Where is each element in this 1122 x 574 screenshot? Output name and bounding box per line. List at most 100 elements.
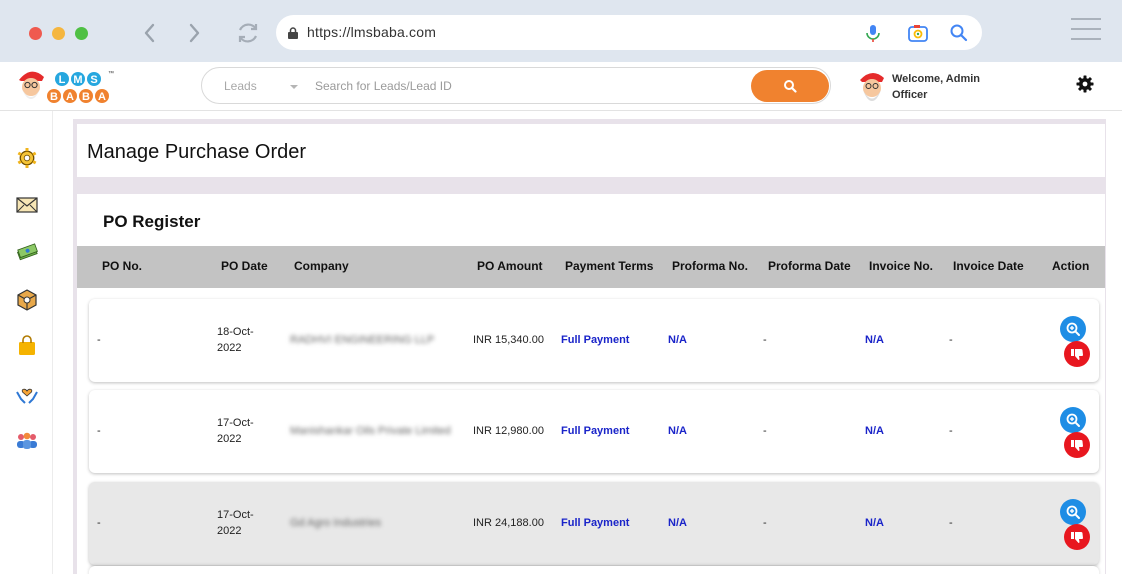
- svg-text:A: A: [98, 91, 106, 103]
- search-button[interactable]: [751, 70, 829, 102]
- reject-po-button[interactable]: [1064, 524, 1090, 550]
- po-date: 17-Oct- 2022: [217, 415, 254, 447]
- column-header-po-no[interactable]: PO No.: [102, 259, 142, 273]
- po-date-part: 17-Oct-: [217, 509, 254, 521]
- forward-arrow-icon[interactable]: [182, 20, 206, 46]
- camera-lens-icon[interactable]: [908, 23, 928, 43]
- column-header-po-date[interactable]: PO Date: [221, 259, 268, 273]
- welcome-text: Welcome, Admin Officer: [892, 71, 980, 103]
- invoice-date: -: [949, 334, 953, 346]
- lock-icon: [288, 26, 298, 39]
- sidebar-team-icon[interactable]: [14, 427, 40, 453]
- svg-text:B: B: [50, 91, 58, 103]
- sidebar-mail-icon[interactable]: [14, 192, 40, 218]
- svg-text:A: A: [66, 91, 74, 103]
- po-amount: INR 24,188.00: [473, 517, 544, 529]
- invoice-date: -: [949, 517, 953, 529]
- table-row[interactable]: [89, 566, 1099, 574]
- po-register-card: PO Register PO No. PO Date Company PO Am…: [77, 194, 1105, 574]
- po-date-part: 17-Oct-: [217, 417, 254, 429]
- column-header-action: Action: [1052, 259, 1090, 273]
- zoom-in-icon: [1066, 413, 1080, 427]
- po-date-year: 2022: [217, 525, 242, 537]
- zoom-in-icon: [1066, 505, 1080, 519]
- invoice-date: -: [949, 425, 953, 437]
- po-date: 18-Oct- 2022: [217, 324, 254, 356]
- svg-text:S: S: [90, 74, 97, 86]
- zoom-in-icon: [1066, 322, 1080, 336]
- po-date-year: 2022: [217, 433, 242, 445]
- po-amount: INR 12,980.00: [473, 425, 544, 437]
- proforma-date: -: [763, 425, 767, 437]
- search-icon[interactable]: [949, 23, 969, 43]
- column-header-payment-terms[interactable]: Payment Terms: [565, 259, 653, 273]
- column-header-proforma-no[interactable]: Proforma No.: [672, 259, 748, 273]
- view-po-button[interactable]: [1060, 316, 1086, 342]
- lmsbaba-logo[interactable]: L M S B A B A ™: [16, 65, 126, 109]
- search-icon: [784, 80, 797, 93]
- company-name: RADHVI ENGINEERING LLP: [290, 334, 435, 346]
- browser-menu-icon[interactable]: [1071, 18, 1101, 42]
- svg-text:™: ™: [108, 70, 114, 77]
- sidebar: [0, 111, 53, 574]
- window-close-dot[interactable]: [29, 27, 42, 40]
- column-header-po-amount[interactable]: PO Amount: [477, 259, 543, 273]
- lead-search-bar: Leads: [201, 67, 831, 104]
- reject-po-button[interactable]: [1064, 432, 1090, 458]
- lead-search-input[interactable]: [315, 77, 735, 95]
- thumbs-down-icon: [1071, 349, 1083, 360]
- caret-down-icon[interactable]: [290, 85, 298, 89]
- invoice-no-link[interactable]: N/A: [865, 517, 884, 529]
- reload-icon[interactable]: [235, 20, 261, 46]
- view-po-button[interactable]: [1060, 499, 1086, 525]
- po-date-year: 2022: [217, 342, 242, 354]
- page-title: Manage Purchase Order: [87, 141, 307, 163]
- thumbs-down-icon: [1071, 440, 1083, 451]
- proforma-no-link[interactable]: N/A: [668, 517, 687, 529]
- payment-terms-link[interactable]: Full Payment: [561, 425, 629, 437]
- browser-chrome: https://lmsbaba.com: [0, 0, 1122, 62]
- sidebar-shopping-bag-icon[interactable]: [14, 333, 40, 359]
- window-maximize-dot[interactable]: [75, 27, 88, 40]
- proforma-no-link[interactable]: N/A: [668, 334, 687, 346]
- column-header-invoice-date[interactable]: Invoice Date: [953, 259, 1024, 273]
- column-header-company[interactable]: Company: [294, 259, 349, 273]
- column-header-proforma-date[interactable]: Proforma Date: [768, 259, 851, 273]
- sidebar-money-icon[interactable]: [14, 239, 40, 265]
- sidebar-care-hands-icon[interactable]: [14, 381, 40, 407]
- po-amount: INR 15,340.00: [473, 334, 544, 346]
- welcome-line-1: Welcome, Admin: [892, 73, 981, 85]
- po-number: -: [97, 334, 101, 346]
- sidebar-box-icon[interactable]: [14, 287, 40, 313]
- window-minimize-dot[interactable]: [52, 27, 65, 40]
- address-bar[interactable]: https://lmsbaba.com: [276, 15, 982, 50]
- svg-text:M: M: [73, 74, 82, 86]
- svg-text:L: L: [59, 74, 66, 86]
- sidebar-settings-icon[interactable]: [14, 145, 40, 171]
- invoice-no-link[interactable]: N/A: [865, 425, 884, 437]
- proforma-no-link[interactable]: N/A: [668, 425, 687, 437]
- table-row[interactable]: - 18-Oct- 2022 RADHVI ENGINEERING LLP INR…: [89, 299, 1099, 382]
- table-row[interactable]: - 17-Oct- 2022 Gd Agro Industries INR 24,…: [89, 482, 1099, 565]
- po-register-title: PO Register: [103, 212, 201, 231]
- back-arrow-icon[interactable]: [138, 20, 162, 46]
- invoice-no-link[interactable]: N/A: [865, 334, 884, 346]
- company-name: Manishankar Oils Private Limited: [290, 425, 451, 437]
- po-number: -: [97, 517, 101, 529]
- thumbs-down-icon: [1071, 532, 1083, 543]
- po-date: 17-Oct- 2022: [217, 507, 254, 539]
- view-po-button[interactable]: [1060, 407, 1086, 433]
- reject-po-button[interactable]: [1064, 341, 1090, 367]
- user-avatar[interactable]: [856, 69, 888, 103]
- microphone-icon[interactable]: [863, 23, 883, 43]
- table-row[interactable]: - 17-Oct- 2022 Manishankar Oils Private L…: [89, 390, 1099, 473]
- payment-terms-link[interactable]: Full Payment: [561, 334, 629, 346]
- table-header: PO No. PO Date Company PO Amount Payment…: [77, 246, 1105, 288]
- settings-gear-icon[interactable]: [1075, 74, 1095, 94]
- page-title-card: Manage Purchase Order: [77, 124, 1105, 177]
- search-category-select[interactable]: Leads: [224, 79, 257, 93]
- column-header-invoice-no[interactable]: Invoice No.: [869, 259, 933, 273]
- payment-terms-link[interactable]: Full Payment: [561, 517, 629, 529]
- url-text[interactable]: https://lmsbaba.com: [307, 24, 436, 40]
- welcome-line-2: Officer: [892, 89, 928, 101]
